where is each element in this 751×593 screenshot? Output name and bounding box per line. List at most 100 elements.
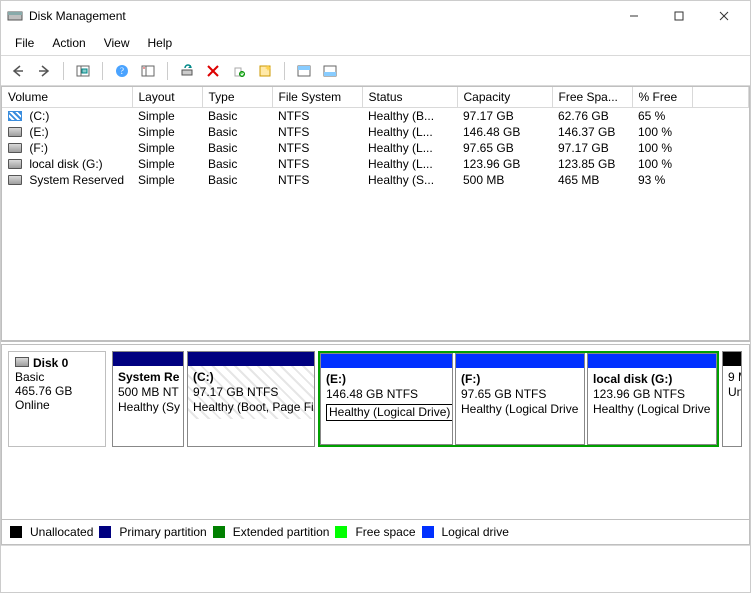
status-bar <box>1 545 750 565</box>
partition-size: 97.65 GB NTFS <box>461 387 579 402</box>
cell-status: Healthy (B... <box>362 108 457 125</box>
cell-fs: NTFS <box>272 124 362 140</box>
cell-fs: NTFS <box>272 140 362 156</box>
disk-info-panel[interactable]: Disk 0 Basic 465.76 GB Online <box>8 351 106 447</box>
cell-capacity: 97.65 GB <box>457 140 552 156</box>
cell-type: Basic <box>202 156 272 172</box>
col-freespace[interactable]: Free Spa... <box>552 87 632 108</box>
partition-header <box>723 352 741 366</box>
partition-e[interactable]: (E:) 146.48 GB NTFS Healthy (Logical Dri… <box>320 353 453 445</box>
partition-label: (E:) <box>326 372 447 387</box>
cell-fs: NTFS <box>272 156 362 172</box>
app-icon <box>7 8 23 24</box>
forward-button[interactable] <box>33 60 55 82</box>
cell-fs: NTFS <box>272 172 362 188</box>
menu-file[interactable]: File <box>7 33 42 53</box>
partition-status: Healthy (Boot, Page Fi <box>193 400 309 415</box>
partition-status: Healthy (Logical Drive <box>461 402 579 417</box>
cell-capacity: 97.17 GB <box>457 108 552 125</box>
partition-unallocated[interactable]: 9 M Un <box>722 351 742 447</box>
cell-capacity: 123.96 GB <box>457 156 552 172</box>
partition-f[interactable]: (F:) 97.65 GB NTFS Healthy (Logical Driv… <box>455 353 585 445</box>
show-hide-console-tree-button[interactable] <box>72 60 94 82</box>
settings-button[interactable] <box>137 60 159 82</box>
disk-map: Disk 0 Basic 465.76 GB Online System Re … <box>1 345 750 545</box>
cell-type: Basic <box>202 172 272 188</box>
partition-status: Healthy (Logical Drive) <box>326 404 452 421</box>
extended-partition-group: (E:) 146.48 GB NTFS Healthy (Logical Dri… <box>318 351 719 447</box>
partition-header <box>456 354 584 368</box>
cell-status: Healthy (L... <box>362 140 457 156</box>
col-volume[interactable]: Volume <box>2 87 132 108</box>
properties-button[interactable] <box>228 60 250 82</box>
col-capacity[interactable]: Capacity <box>457 87 552 108</box>
disk-size: 465.76 GB <box>15 384 99 398</box>
maximize-button[interactable] <box>656 2 701 30</box>
table-row[interactable]: (E:)SimpleBasicNTFSHealthy (L...146.48 G… <box>2 124 749 140</box>
col-status[interactable]: Status <box>362 87 457 108</box>
partition-header <box>188 352 314 366</box>
new-button[interactable] <box>254 60 276 82</box>
menu-view[interactable]: View <box>96 33 138 53</box>
partition-g[interactable]: local disk (G:) 123.96 GB NTFS Healthy (… <box>587 353 717 445</box>
partition-system-reserved[interactable]: System Re 500 MB NT Healthy (Sy <box>112 351 184 447</box>
volume-name: (E:) <box>26 125 49 139</box>
cell-layout: Simple <box>132 172 202 188</box>
legend-logical: Logical drive <box>442 525 509 539</box>
partition-header <box>588 354 716 368</box>
cell-free: 97.17 GB <box>552 140 632 156</box>
cell-status: Healthy (S... <box>362 172 457 188</box>
swatch-primary <box>99 526 111 538</box>
close-button[interactable] <box>701 2 746 30</box>
swatch-free <box>335 526 347 538</box>
volume-name: (F:) <box>26 141 48 155</box>
volume-icon <box>8 175 22 185</box>
volume-list[interactable]: Volume Layout Type File System Status Ca… <box>1 86 750 341</box>
col-layout[interactable]: Layout <box>132 87 202 108</box>
partition-size: 500 MB NT <box>118 385 178 400</box>
view-bottom-button[interactable] <box>319 60 341 82</box>
cell-free: 146.37 GB <box>552 124 632 140</box>
disk-row[interactable]: Disk 0 Basic 465.76 GB Online System Re … <box>2 345 749 453</box>
volume-name: System Reserved <box>26 173 124 187</box>
delete-button[interactable] <box>202 60 224 82</box>
menu-bar: File Action View Help <box>1 31 750 56</box>
cell-layout: Simple <box>132 108 202 125</box>
col-pctfree[interactable]: % Free <box>632 87 692 108</box>
disk-icon <box>15 357 29 367</box>
menu-help[interactable]: Help <box>140 33 181 53</box>
partition-c[interactable]: (C:) 97.17 GB NTFS Healthy (Boot, Page F… <box>187 351 315 447</box>
disk-state: Online <box>15 398 99 412</box>
cell-free: 123.85 GB <box>552 156 632 172</box>
table-row[interactable]: local disk (G:)SimpleBasicNTFSHealthy (L… <box>2 156 749 172</box>
disk-name: Disk 0 <box>33 356 68 370</box>
table-row[interactable]: (C:)SimpleBasicNTFSHealthy (B...97.17 GB… <box>2 108 749 125</box>
cell-fs: NTFS <box>272 108 362 125</box>
volume-name: local disk (G:) <box>26 157 103 171</box>
table-row[interactable]: System Reserved SimpleBasicNTFSHealthy (S… <box>2 172 749 188</box>
help-button[interactable]: ? <box>111 60 133 82</box>
volume-icon <box>8 111 22 121</box>
partition-header <box>113 352 183 366</box>
minimize-button[interactable] <box>611 2 656 30</box>
window-title: Disk Management <box>29 9 126 23</box>
view-top-button[interactable] <box>293 60 315 82</box>
refresh-button[interactable] <box>176 60 198 82</box>
menu-action[interactable]: Action <box>44 33 93 53</box>
cell-layout: Simple <box>132 140 202 156</box>
cell-capacity: 146.48 GB <box>457 124 552 140</box>
col-filesystem[interactable]: File System <box>272 87 362 108</box>
cell-status: Healthy (L... <box>362 156 457 172</box>
cell-pct: 100 % <box>632 156 692 172</box>
partition-size: 146.48 GB NTFS <box>326 387 447 402</box>
col-type[interactable]: Type <box>202 87 272 108</box>
swatch-extended <box>213 526 225 538</box>
legend-extended: Extended partition <box>233 525 330 539</box>
legend-unallocated: Unallocated <box>30 525 93 539</box>
cell-type: Basic <box>202 140 272 156</box>
cell-pct: 65 % <box>632 108 692 125</box>
volume-icon <box>8 127 22 137</box>
table-row[interactable]: (F:) SimpleBasicNTFSHealthy (L...97.65 GB… <box>2 140 749 156</box>
back-button[interactable] <box>7 60 29 82</box>
cell-free: 465 MB <box>552 172 632 188</box>
